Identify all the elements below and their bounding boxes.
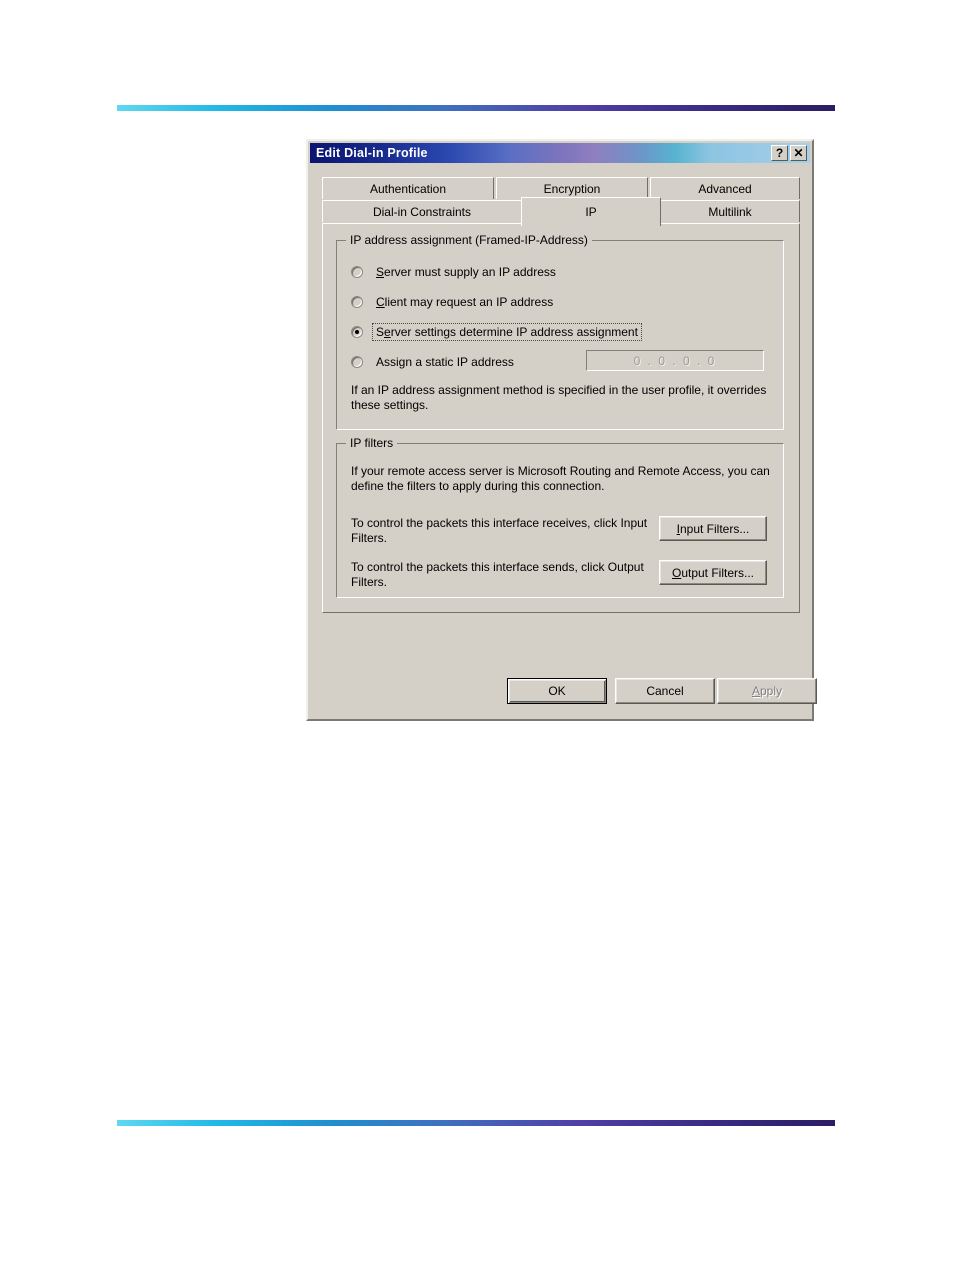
cancel-button[interactable]: Cancel — [615, 678, 715, 704]
tab-dialin-constraints[interactable]: Dial-in Constraints — [322, 200, 522, 222]
tab-ip-selected[interactable]: IP — [521, 197, 661, 226]
radio-row-server-must-supply[interactable]: Server must supply an IP address — [351, 263, 559, 281]
label-prefix: S — [376, 325, 385, 339]
radio-label-client-may-request: Client may request an IP address — [373, 294, 556, 310]
radio-client-may-request-icon[interactable] — [351, 296, 363, 308]
page-rule-bottom — [117, 1120, 835, 1126]
radio-label-server-settings-determine: Server settings determine IP address ass… — [372, 323, 642, 341]
label-suffix: n a static IP address — [405, 355, 514, 369]
group-title-ip-filters: IP filters — [346, 436, 398, 450]
tab-encryption[interactable]: Encryption — [496, 177, 648, 199]
apply-button[interactable]: Apply — [717, 678, 817, 704]
accel-char: O — [671, 565, 682, 580]
edit-dial-in-profile-dialog: Edit Dial-in Profile ? ✕ Authentication … — [306, 139, 817, 721]
window-title: Edit Dial-in Profile — [316, 146, 428, 160]
radio-assign-static-ip-icon[interactable] — [351, 356, 363, 368]
label-suffix: nput Filters... — [679, 521, 750, 536]
tab-advanced[interactable]: Advanced — [650, 177, 800, 199]
label-suffix: utput Filters... — [681, 565, 755, 580]
group-title-ip-assignment: IP address assignment (Framed-IP-Address… — [346, 233, 592, 247]
radio-label-assign-static-ip: Assign a static IP address — [373, 354, 517, 370]
help-button[interactable]: ? — [771, 145, 788, 161]
radio-server-must-supply-icon[interactable] — [351, 266, 363, 278]
radio-label-server-must-supply: Server must supply an IP address — [373, 264, 559, 280]
label-prefix: Assi — [376, 355, 399, 369]
group-ip-filters: IP filters If your remote access server … — [336, 436, 784, 598]
static-ip-address-input[interactable]: 0 . 0 . 0 . 0 — [586, 350, 764, 371]
label-suffix: lient may request an IP address — [384, 295, 554, 309]
input-filters-button[interactable]: Input Filters... — [659, 516, 767, 541]
titlebar-buttons: ? ✕ — [771, 145, 807, 161]
group-ip-address-assignment: IP address assignment (Framed-IP-Address… — [336, 233, 784, 430]
accel-char: C — [376, 295, 385, 309]
output-filters-description: To control the packets this interface se… — [351, 560, 644, 589]
radio-server-settings-determine-icon[interactable] — [351, 326, 363, 338]
radio-row-client-may-request[interactable]: Client may request an IP address — [351, 293, 556, 311]
filter-row-input: To control the packets this interface re… — [351, 516, 771, 550]
accel-char: e — [384, 325, 391, 339]
close-icon[interactable]: ✕ — [790, 145, 807, 161]
titlebar: Edit Dial-in Profile ? ✕ — [310, 143, 810, 163]
accel-char: S — [376, 265, 385, 279]
radio-row-server-settings-determine[interactable]: Server settings determine IP address ass… — [351, 323, 642, 341]
output-filters-button[interactable]: Output Filters... — [659, 560, 767, 585]
ip-assignment-note: If an IP address assignment method is sp… — [351, 383, 767, 412]
page-rule-top — [117, 105, 835, 111]
tab-strip: Authentication Encryption Advanced Dial-… — [322, 177, 800, 226]
accel-char: A — [751, 684, 760, 698]
label-suffix: erver must supply an IP address — [384, 265, 556, 279]
tab-authentication[interactable]: Authentication — [322, 177, 494, 199]
radio-row-assign-static-ip[interactable]: Assign a static IP address — [351, 353, 517, 371]
ip-filters-intro-text: If your remote access server is Microsof… — [351, 464, 770, 493]
label-suffix: rver settings determine IP address assig… — [390, 325, 638, 339]
filter-row-output: To control the packets this interface se… — [351, 560, 771, 594]
tab-panel-ip: IP address assignment (Framed-IP-Address… — [322, 223, 800, 613]
tab-multilink[interactable]: Multilink — [660, 200, 800, 222]
ok-button[interactable]: OK — [507, 678, 607, 704]
label-suffix: pply — [760, 684, 783, 698]
input-filters-description: To control the packets this interface re… — [351, 516, 648, 545]
